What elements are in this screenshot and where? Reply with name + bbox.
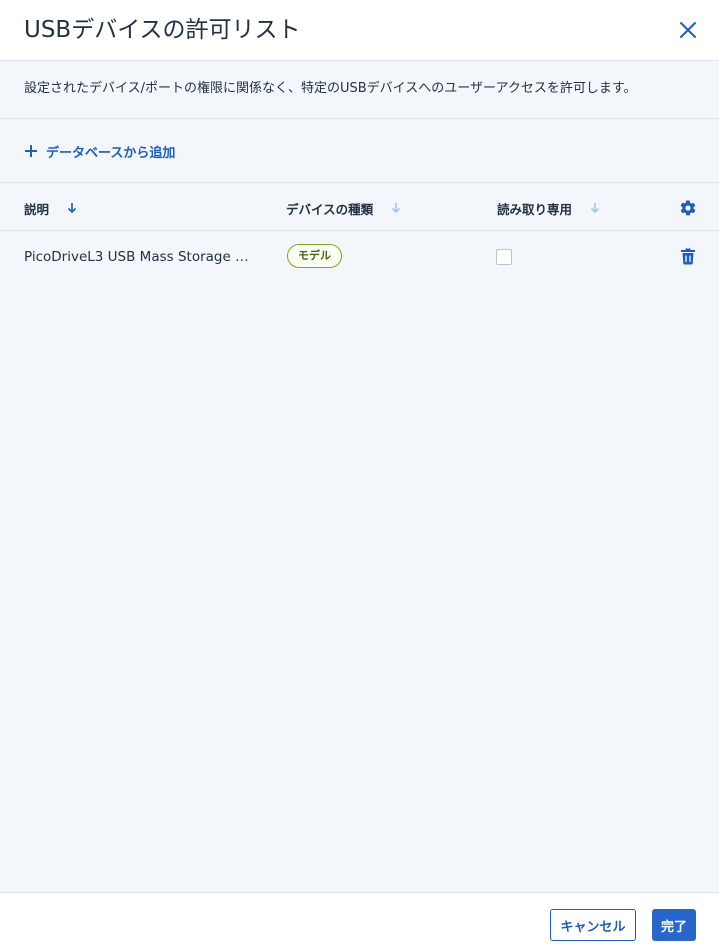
add-from-database-button[interactable]: データベースから追加 [24, 140, 175, 162]
divider [0, 118, 719, 119]
column-label: 読み取り専用 [497, 201, 573, 217]
cancel-button[interactable]: キャンセル [550, 909, 636, 941]
dialog-footer: キャンセル 完了 [0, 892, 719, 951]
dialog-title: USBデバイスの許可リスト [24, 17, 301, 43]
trash-icon [681, 248, 695, 265]
sort-arrow-down-icon [67, 202, 77, 214]
close-button[interactable] [674, 16, 702, 44]
device-description: PicoDriveL3 USB Mass Storage Device [24, 249, 254, 265]
column-header-read-only[interactable]: 読み取り専用 [497, 198, 600, 218]
device-type-badge: モデル [287, 244, 342, 268]
read-only-checkbox[interactable] [496, 249, 512, 265]
sort-arrow-down-icon [590, 202, 600, 214]
table-row: PicoDriveL3 USB Mass Storage Device モデル [0, 231, 719, 285]
column-settings-button[interactable] [677, 197, 699, 219]
plus-icon [25, 145, 37, 157]
dialog-body: 設定されたデバイス/ポートの権限に関係なく、特定のUSBデバイスへのユーザーアク… [0, 61, 719, 892]
gear-icon [680, 200, 696, 216]
column-header-description[interactable]: 説明 [24, 198, 77, 218]
column-label: デバイスの種類 [286, 201, 374, 217]
add-from-database-label: データベースから追加 [46, 145, 176, 161]
dialog-description: 設定されたデバイス/ポートの権限に関係なく、特定のUSBデバイスへのユーザーアク… [24, 81, 637, 96]
close-icon [680, 22, 696, 38]
delete-row-button[interactable] [678, 246, 698, 266]
divider [0, 182, 719, 183]
column-label: 説明 [24, 201, 50, 217]
column-header-device-type[interactable]: デバイスの種類 [286, 198, 401, 218]
done-button[interactable]: 完了 [652, 909, 696, 941]
dialog-header: USBデバイスの許可リスト [0, 0, 719, 61]
sort-arrow-down-icon [391, 202, 401, 214]
